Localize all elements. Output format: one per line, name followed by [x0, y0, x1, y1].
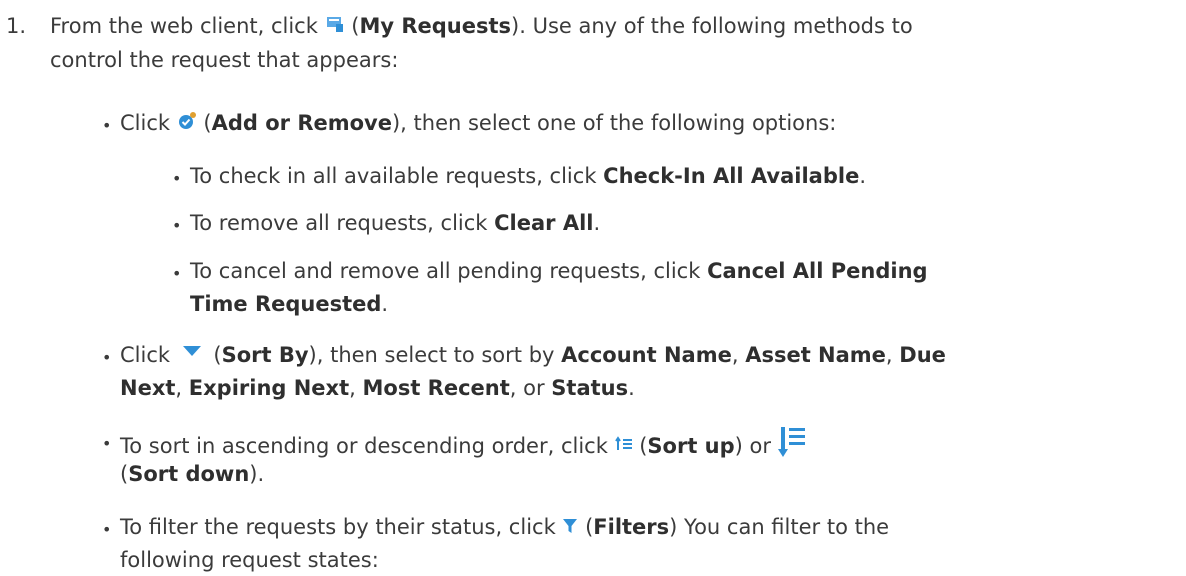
bullet-add-remove: Click (Add or Remove), then select one o…: [120, 107, 836, 140]
bullet-filters: To filter the requests by their status, …: [120, 511, 889, 544]
document: 1. From the web client, click (My Reques…: [0, 0, 1186, 576]
sort-up-icon: [614, 431, 633, 463]
sort-down-icon: [777, 425, 808, 468]
bullet-sort-by: Click (Sort By), then select to sort by …: [120, 339, 946, 372]
bullet-marker: •: [102, 520, 112, 539]
option-cancel-all-pending-line-2: Time Requested.: [190, 292, 389, 316]
bullet-filters-line-2: following request states:: [120, 548, 379, 572]
sort-by-icon: [177, 340, 207, 372]
bullet-marker: •: [172, 169, 182, 188]
bullet-sort-order-line-2: (Sort down).: [120, 462, 265, 486]
bullet-marker: •: [102, 348, 112, 367]
my-requests-icon: [325, 11, 345, 43]
step-1-line-1: From the web client, click (My Requests)…: [50, 10, 913, 43]
my-requests-label: My Requests: [359, 14, 512, 38]
bullet-marker: •: [102, 116, 112, 135]
bullet-marker: •: [172, 264, 182, 283]
bullet-marker: •: [102, 434, 112, 453]
bullet-marker: •: [172, 216, 182, 235]
option-clear-all: To remove all requests, click Clear All.: [190, 211, 601, 235]
option-check-in-all: To check in all available requests, clic…: [190, 164, 867, 188]
step-number: 1.: [6, 14, 27, 38]
add-remove-icon: [177, 108, 197, 140]
step-1-line-2: control the request that appears:: [50, 48, 399, 72]
step-1: 1.: [6, 10, 26, 42]
filter-icon: [562, 512, 578, 544]
option-cancel-all-pending: To cancel and remove all pending request…: [190, 259, 928, 283]
bullet-sort-by-line-2: Next, Expiring Next, Most Recent, or Sta…: [120, 376, 635, 400]
